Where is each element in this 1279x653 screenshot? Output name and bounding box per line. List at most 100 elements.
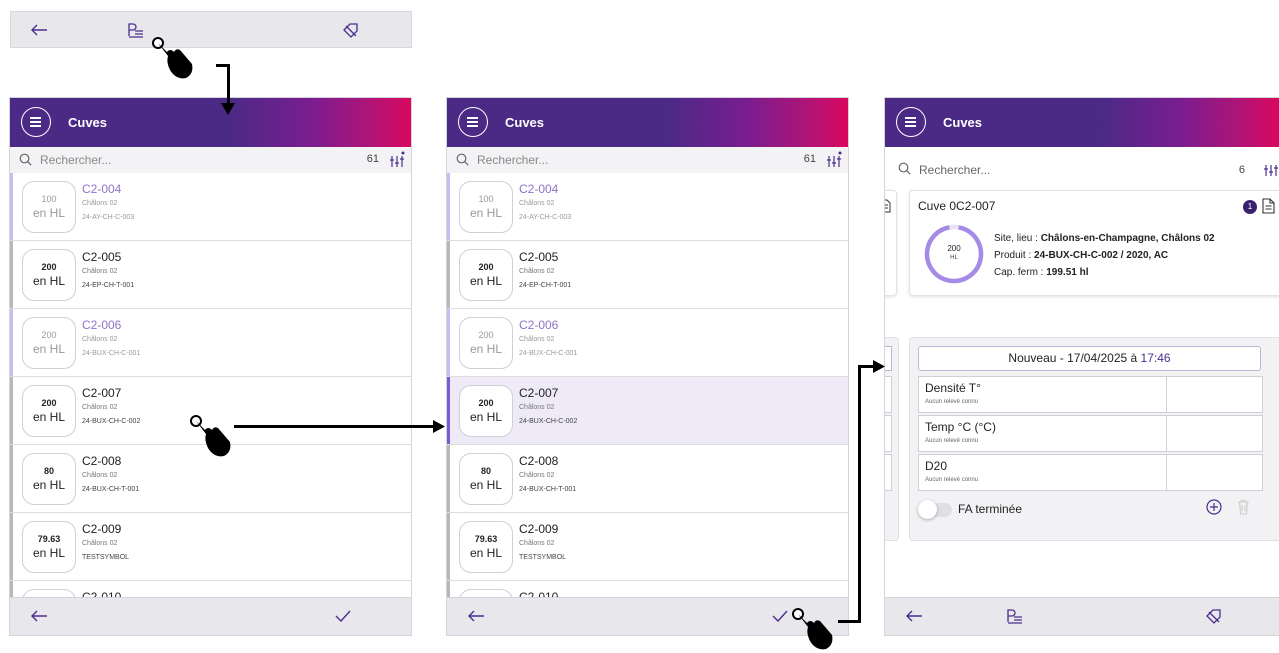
- panel-header: Cuves: [447, 98, 848, 147]
- result-count: 61: [366, 153, 379, 165]
- toggle-label: FA terminée: [958, 502, 1023, 516]
- menu-icon[interactable]: [458, 107, 488, 137]
- list-item[interactable]: 200 en HL C2-005 Châlons 02 24-EP-CH-T-001: [10, 241, 411, 309]
- list-item[interactable]: 79.63 en HL C2-009 Châlons 02 TESTSYMBOL: [10, 513, 411, 581]
- cuve-site: Châlons 02: [519, 540, 555, 547]
- search-icon: [898, 162, 911, 175]
- list-item[interactable]: 200 en HL C2-007 Châlons 02 24-BUX-CH-C-002: [447, 377, 848, 445]
- arrowhead-icon: [221, 103, 235, 115]
- gauge-value: 200: [947, 244, 961, 253]
- volume-unit: en HL: [469, 274, 503, 288]
- row-left-border: [10, 445, 13, 512]
- arrowhead-icon: [433, 420, 445, 433]
- volume-value: 200: [41, 262, 57, 272]
- add-circle-icon[interactable]: [1206, 499, 1222, 515]
- cuve-site: Châlons 02: [82, 404, 118, 411]
- document-icon[interactable]: [1262, 198, 1275, 214]
- cuve-detail-panel: Cuves Rechercher... 6 Cuve 0C2-007 1 200…: [884, 97, 1279, 636]
- row-left-border: [10, 241, 13, 308]
- cuves-list-panel: Cuves Rechercher... 61 100 en HL C2-004 Châ…: [9, 97, 412, 636]
- cuve-name: C2-004: [82, 182, 122, 196]
- volume-unit: en HL: [469, 206, 503, 220]
- fa-terminee-toggle[interactable]: [918, 500, 952, 519]
- measure-row-temp[interactable]: Temp °C (°C) Aucun relevé connu: [918, 415, 1263, 452]
- menu-icon[interactable]: [21, 107, 51, 137]
- cuve-product: 24-AY-CH-C-003: [82, 214, 135, 221]
- list-item[interactable]: 200 en HL C2-006 Châlons 02 24-BUX-CH-C-001: [447, 309, 848, 377]
- previous-card-edge[interactable]: [885, 190, 897, 296]
- list-item[interactable]: 79.63 en HL C2-009 Châlons 02 TESTSYMBOL: [447, 513, 848, 581]
- volume-box: 200 en HL: [459, 249, 513, 301]
- result-count: 6: [1238, 164, 1245, 176]
- measure-value-input[interactable]: [1166, 416, 1262, 451]
- volume-box: 200 en HL: [459, 385, 513, 437]
- volume-value: 200: [478, 262, 494, 272]
- filter-icon[interactable]: [389, 151, 405, 168]
- measure-row-d20[interactable]: D20 Aucun relevé connu: [918, 454, 1263, 491]
- cuve-name: C2-009: [519, 522, 559, 536]
- cuve-name: C2-007: [519, 386, 559, 400]
- back-arrow-icon[interactable]: [467, 610, 485, 622]
- arrowhead-icon: [873, 360, 885, 373]
- trash-icon[interactable]: [1237, 499, 1250, 515]
- cuve-product: TESTSYMBOL: [82, 554, 130, 561]
- volume-unit: en HL: [32, 206, 66, 220]
- volume-unit: en HL: [32, 478, 66, 492]
- search-input[interactable]: Rechercher...: [40, 153, 111, 167]
- search-input[interactable]: Rechercher...: [477, 153, 548, 167]
- menu-icon[interactable]: [896, 107, 926, 137]
- new-entry-header[interactable]: Nouveau - 17/04/2025 à 17:46: [918, 346, 1261, 371]
- volume-unit: en HL: [32, 410, 66, 424]
- pointing-hand-icon: [792, 608, 833, 650]
- panel-footer: [447, 597, 848, 635]
- cuve-product: TESTSYMBOL: [519, 554, 567, 561]
- back-arrow-icon[interactable]: [30, 610, 48, 622]
- back-arrow-icon[interactable]: [905, 610, 923, 622]
- search-bar[interactable]: Rechercher... 61: [447, 147, 848, 174]
- volume-box: 79.63 en HL: [459, 521, 513, 573]
- cuve-card[interactable]: Cuve 0C2-007 1 200 HL Site, lieu : Châlo…: [909, 190, 1279, 296]
- list-item[interactable]: 100 en HL C2-004 Châlons 02 24-AY-CH-C-003: [10, 173, 411, 241]
- list-icon[interactable]: [1005, 608, 1023, 624]
- check-icon[interactable]: [335, 610, 351, 622]
- list-item[interactable]: 80 en HL C2-008 Châlons 02 24-BUX-CH-T-001: [447, 445, 848, 513]
- volume-value: 79.63: [474, 534, 498, 544]
- volume-box: 80 en HL: [459, 453, 513, 505]
- search-input[interactable]: Rechercher...: [919, 163, 990, 177]
- cuve-site: Châlons 02: [519, 200, 555, 207]
- volume-gauge: [924, 224, 984, 284]
- search-bar[interactable]: Rechercher... 61: [10, 147, 411, 174]
- cuves-list-panel-selected: Cuves Rechercher... 61 100 en HL C2-004 Châ…: [446, 97, 849, 636]
- volume-box: 200 en HL: [22, 249, 76, 301]
- panel-header: Cuves: [10, 98, 411, 147]
- list-item[interactable]: 100 en HL C2-004 Châlons 02 24-AY-CH-C-003: [447, 173, 848, 241]
- list-item[interactable]: 200 en HL C2-005 Châlons 02 24-EP-CH-T-001: [447, 241, 848, 309]
- cuve-name: C2-006: [519, 318, 559, 332]
- list-item[interactable]: 200 en HL C2-006 Châlons 02 24-BUX-CH-C-001: [10, 309, 411, 377]
- filter-icon[interactable]: [826, 151, 842, 168]
- site-line: Site, lieu : Châlons-en-Champagne, Châlo…: [994, 233, 1215, 244]
- filter-icon[interactable]: [1263, 160, 1279, 177]
- measure-value-input[interactable]: [1166, 377, 1262, 412]
- row-left-border: [447, 173, 450, 240]
- pointing-hand-icon: [152, 37, 193, 79]
- cuve-product: 24-EP-CH-T-001: [82, 282, 135, 289]
- list-icon[interactable]: [115, 12, 155, 47]
- volume-unit: en HL: [32, 274, 66, 288]
- tag-icon[interactable]: [331, 12, 371, 47]
- row-left-border: [10, 513, 13, 580]
- search-icon: [456, 153, 469, 166]
- volume-unit: en HL: [32, 342, 66, 356]
- page-title: Cuves: [505, 115, 545, 130]
- measure-value-input[interactable]: [1166, 455, 1262, 490]
- arrow-left-icon[interactable]: [19, 12, 59, 47]
- search-icon: [19, 153, 32, 166]
- check-icon[interactable]: [772, 610, 788, 622]
- measure-row-densite[interactable]: Densité T° Aucun relevé connu: [918, 376, 1263, 413]
- tag-icon[interactable]: [1205, 608, 1223, 624]
- search-bar[interactable]: Rechercher... 6: [885, 147, 1279, 187]
- measure-form: Nouveau - 17/04/2025 à 17:46 Densité T° …: [909, 337, 1279, 541]
- row-left-border: [10, 377, 13, 444]
- volume-box: 100 en HL: [459, 181, 513, 233]
- cuve-name: C2-008: [82, 454, 122, 468]
